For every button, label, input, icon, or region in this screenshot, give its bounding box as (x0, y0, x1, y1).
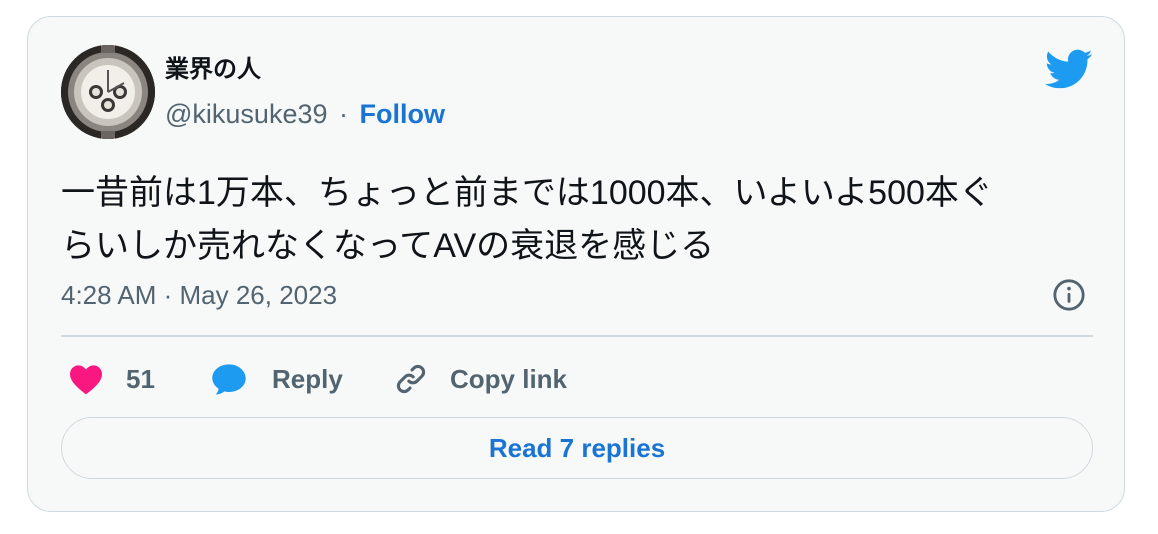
info-icon[interactable] (1052, 278, 1086, 312)
like-count: 51 (126, 363, 155, 394)
speech-bubble-icon (212, 364, 246, 395)
copy-link-button[interactable]: Copy link (394, 359, 567, 399)
tweet-text-line-1: 一昔前は1万本、ちょっと前までは1000本、いよいよ500本ぐ (61, 174, 993, 212)
link-icon (396, 364, 426, 394)
author-handle[interactable]: @kikusuke39 (165, 99, 328, 129)
separator-dot: · (339, 99, 349, 129)
tweet-timestamp[interactable]: 4:28 AM · May 26, 2023 (61, 278, 337, 312)
copy-link-label: Copy link (450, 363, 568, 394)
tweet-card: 業界の人 @kikusuke39 · Follow 一昔前は1万本、ちょっと前ま… (27, 16, 1125, 512)
watch-avatar-image (61, 45, 155, 139)
tweet-text-line-2: らいしか売れなくなってAVの衰退を感じる (61, 227, 715, 265)
author-display-name[interactable]: 業界の人 (165, 55, 261, 85)
read-replies-button[interactable]: Read 7 replies (61, 417, 1093, 479)
like-button[interactable]: 51 (68, 359, 155, 399)
divider (61, 335, 1093, 337)
read-replies-label: Read 7 replies (488, 432, 666, 463)
heart-icon (70, 365, 102, 395)
follow-button[interactable]: Follow (360, 99, 445, 129)
tweet-text: 一昔前は1万本、ちょっと前までは1000本、いよいよ500本ぐ らいしか売れなく… (61, 167, 1101, 273)
author-handle-row: @kikusuke39 · Follow (165, 97, 445, 131)
reply-label: Reply (272, 363, 343, 394)
avatar[interactable] (61, 45, 155, 139)
reply-button[interactable]: Reply (210, 359, 343, 399)
twitter-bird-icon[interactable] (1043, 48, 1093, 90)
